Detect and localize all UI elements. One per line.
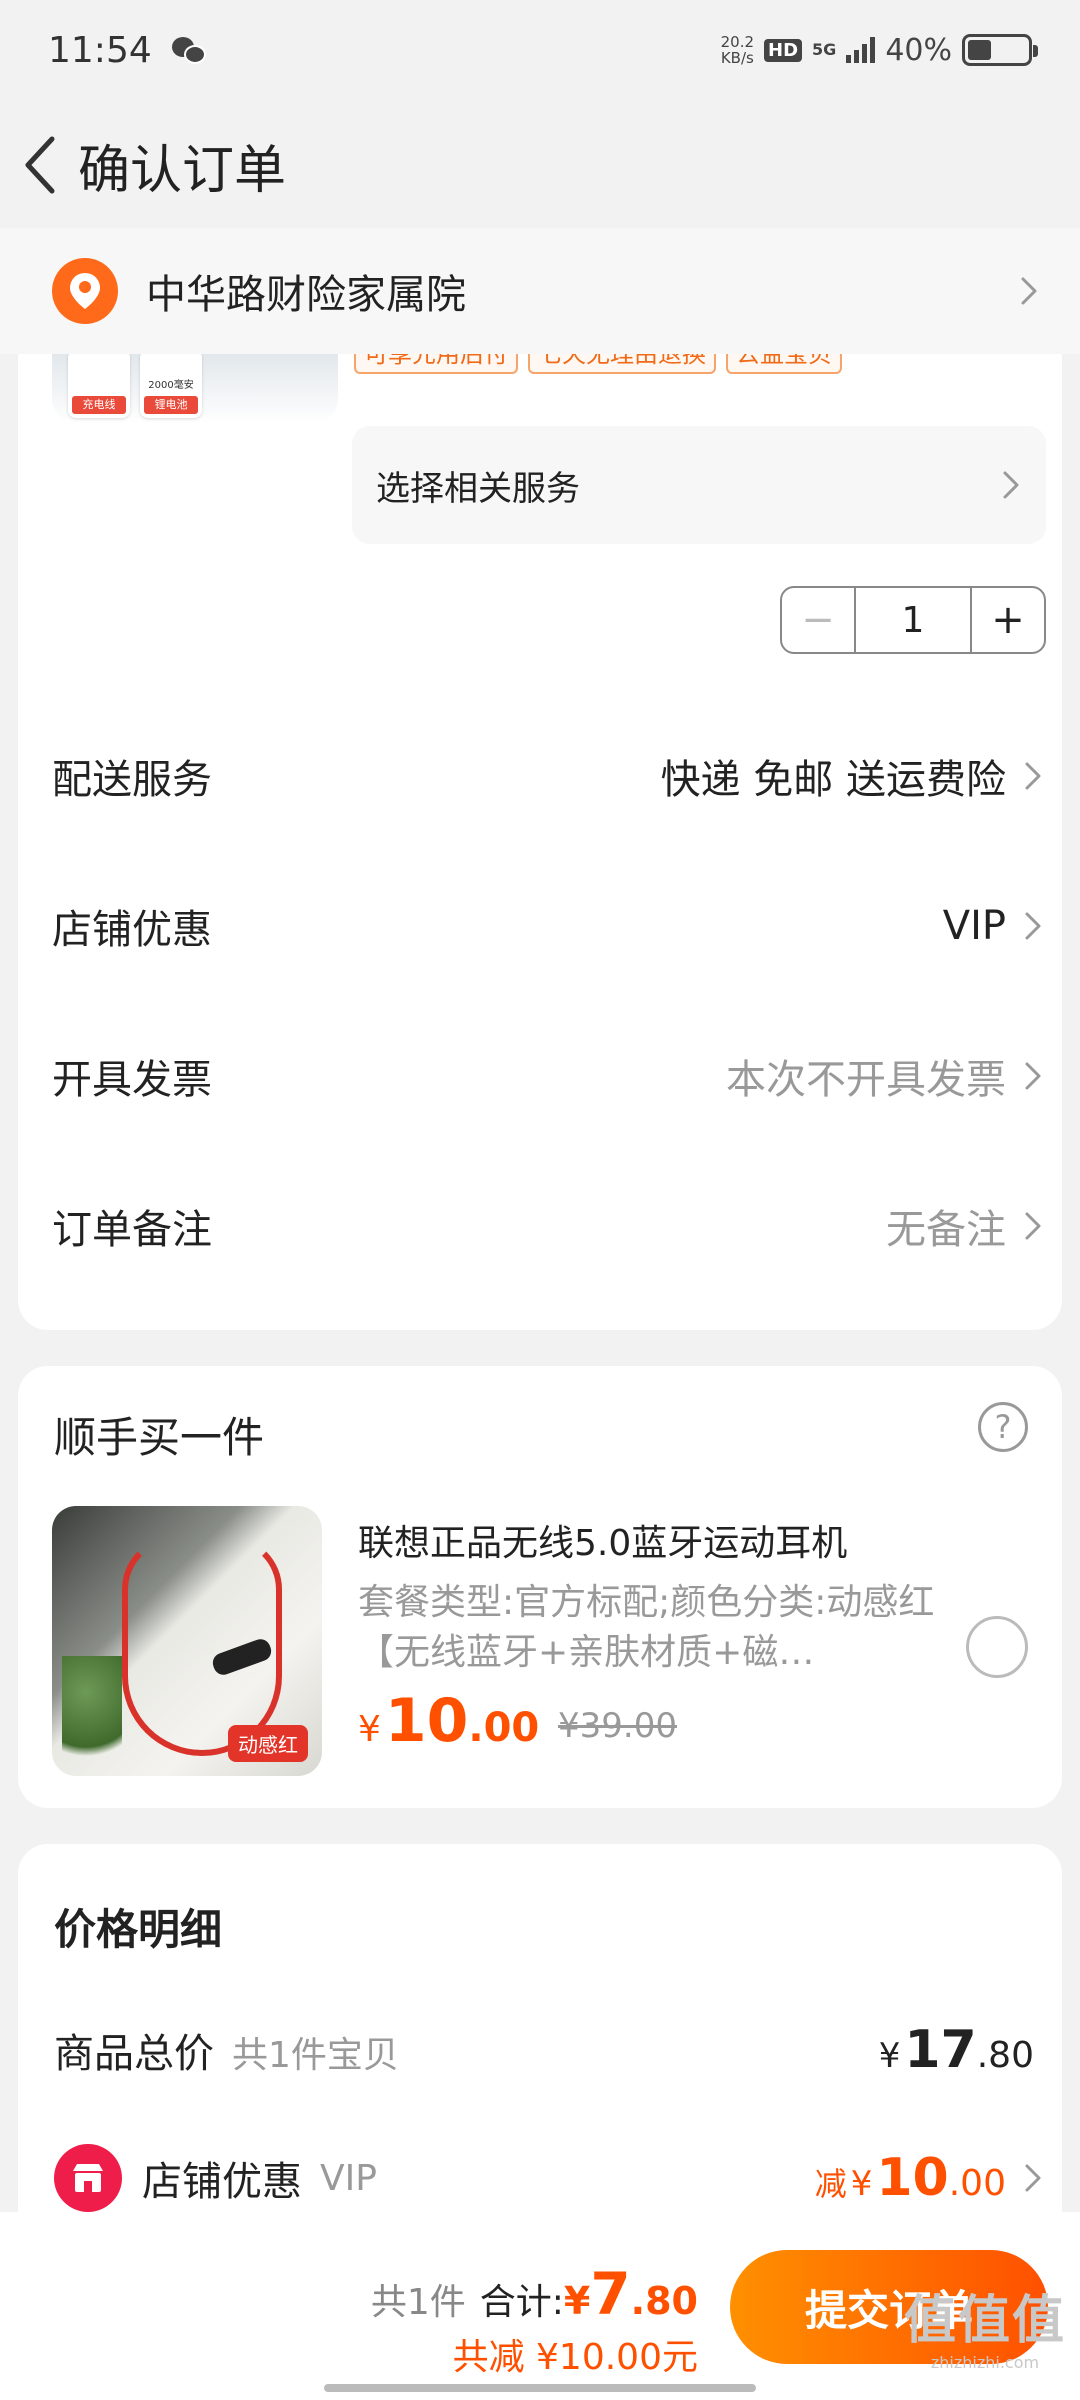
price-detail-card: 价格明细 商品总价 共1件宝贝 ¥ 17 .80 店铺优惠 VIP 减 ¥ 10… — [18, 1844, 1062, 2244]
home-indicator[interactable] — [324, 2384, 756, 2392]
watermark-logo: 值值值 zhizhizhi.com — [903, 2291, 1066, 2372]
invoice-value: 本次不开具发票 — [726, 1057, 1006, 1103]
chevron-right-icon — [1018, 911, 1048, 941]
addon-product-image[interactable]: 动感红 — [52, 1506, 322, 1776]
chevron-right-icon — [1018, 761, 1048, 791]
goods-total-label: 商品总价 — [54, 2031, 214, 2077]
item-count: 共1件 — [370, 2282, 466, 2323]
addon-price: ¥ 10 .00 — [358, 1686, 540, 1756]
network-type: 5G — [812, 40, 837, 59]
address-text: 中华路财险家属院 — [146, 272, 466, 318]
total-label: 合计: — [479, 2282, 564, 2323]
signal-icon — [846, 37, 876, 63]
status-time-group: 11:54 — [48, 30, 206, 71]
status-bar: 11:54 20.2 KB/s HD 5G 40% — [0, 0, 1080, 100]
delivery-value: 快递 免邮 送运费险 — [660, 757, 1006, 803]
back-arrow-icon[interactable] — [10, 125, 70, 205]
location-pin-icon — [52, 258, 118, 324]
order-note-row[interactable]: 订单备注 无备注 — [52, 1176, 1048, 1276]
addon-select-radio[interactable] — [966, 1616, 1028, 1678]
color-badge: 动感红 — [228, 1725, 308, 1762]
chevron-right-icon — [1018, 1211, 1048, 1241]
goods-total-price: ¥ 17 .80 — [878, 2020, 1034, 2080]
thumb-charger: 充电线 — [68, 350, 130, 418]
delivery-value-group: 快递 免邮 送运费险 — [661, 747, 1048, 805]
addon-card: 顺手买一件 ? 动感红 联想正品无线5.0蓝牙运动耳机 套餐类型:官方标配;颜色… — [18, 1366, 1062, 1808]
hd-icon: HD — [764, 38, 803, 62]
chevron-right-icon — [1018, 2163, 1048, 2193]
order-note-value-group: 无备注 — [886, 1197, 1048, 1255]
order-note-value: 无备注 — [886, 1207, 1006, 1253]
order-total: 共1件 合计: ¥ 7 .80 — [370, 2260, 698, 2328]
shop-discount-value-group: VIP — [943, 903, 1048, 949]
thumb-battery: 2000毫安 锂电池 — [140, 350, 202, 418]
status-indicators: 20.2 KB/s HD 5G 40% — [720, 32, 1038, 68]
shop-discount-label: 店铺优惠 — [52, 907, 212, 953]
delivery-label: 配送服务 — [52, 757, 212, 803]
shop-discount-amount: 减 ¥ 10 .00 — [814, 2148, 1006, 2208]
shop-icon — [54, 2144, 122, 2212]
quantity-value[interactable]: 1 — [854, 588, 972, 652]
select-service-button[interactable]: 选择相关服务 — [352, 426, 1046, 544]
delivery-row[interactable]: 配送服务 快递 免邮 送运费险 — [52, 726, 1048, 826]
page-title: 确认订单 — [78, 140, 287, 201]
order-item-card: 充电线 2000毫安 锂电池 可享先用后付 七天无理由退换 公益宝贝 选择相关服… — [18, 230, 1062, 1330]
addon-title: 顺手买一件 — [54, 1413, 265, 1462]
quantity-stepper: − 1 + — [780, 586, 1046, 654]
invoice-row[interactable]: 开具发票 本次不开具发票 — [52, 1026, 1048, 1126]
addon-product-desc: 套餐类型:官方标配;颜色分类:动感红【无线蓝牙+亲肤材质+磁… — [358, 1582, 935, 1673]
shop-discount-detail-sub: VIP — [320, 2157, 377, 2199]
addon-original-price: ¥39.00 — [558, 1706, 677, 1746]
shop-discount-detail-row[interactable]: 店铺优惠 VIP 减 ¥ 10 .00 — [54, 2144, 1048, 2212]
select-service-label: 选择相关服务 — [376, 468, 580, 509]
address-bar[interactable]: 中华路财险家属院 — [0, 228, 1080, 354]
invoice-label: 开具发票 — [52, 1057, 212, 1103]
checkout-bar: 共1件 合计: ¥ 7 .80 共减 ¥10.00元 提交订单 值值值 zhiz… — [0, 2212, 1080, 2400]
price-detail-title: 价格明细 — [54, 1905, 223, 1954]
page-header: 确认订单 — [0, 100, 1080, 230]
goods-count: 共1件宝贝 — [232, 2035, 399, 2076]
chevron-right-icon — [996, 470, 1026, 500]
increase-button[interactable]: + — [972, 588, 1044, 652]
order-note-label: 订单备注 — [52, 1207, 212, 1253]
shop-discount-detail-label: 店铺优惠 — [142, 2159, 302, 2205]
chevron-right-icon — [1014, 276, 1044, 306]
shop-discount-row[interactable]: 店铺优惠 VIP — [52, 876, 1048, 976]
status-time: 11:54 — [48, 29, 152, 71]
battery-percent: 40% — [885, 32, 952, 68]
plant-decoration — [62, 1656, 122, 1776]
goods-total-row: 商品总价 共1件宝贝 ¥ 17 .80 — [54, 2020, 1034, 2080]
decrease-button[interactable]: − — [782, 588, 854, 652]
invoice-value-group: 本次不开具发票 — [726, 1047, 1048, 1105]
addon-product-name[interactable]: 联想正品无线5.0蓝牙运动耳机 — [358, 1514, 958, 1566]
battery-icon — [962, 34, 1038, 66]
shop-discount-value: VIP — [942, 903, 1006, 949]
chevron-right-icon — [1018, 1061, 1048, 1091]
help-icon[interactable]: ? — [978, 1402, 1028, 1452]
wechat-icon — [171, 35, 206, 65]
total-saved: 共减 ¥10.00元 — [452, 2337, 698, 2378]
net-speed: 20.2 KB/s — [720, 33, 755, 67]
